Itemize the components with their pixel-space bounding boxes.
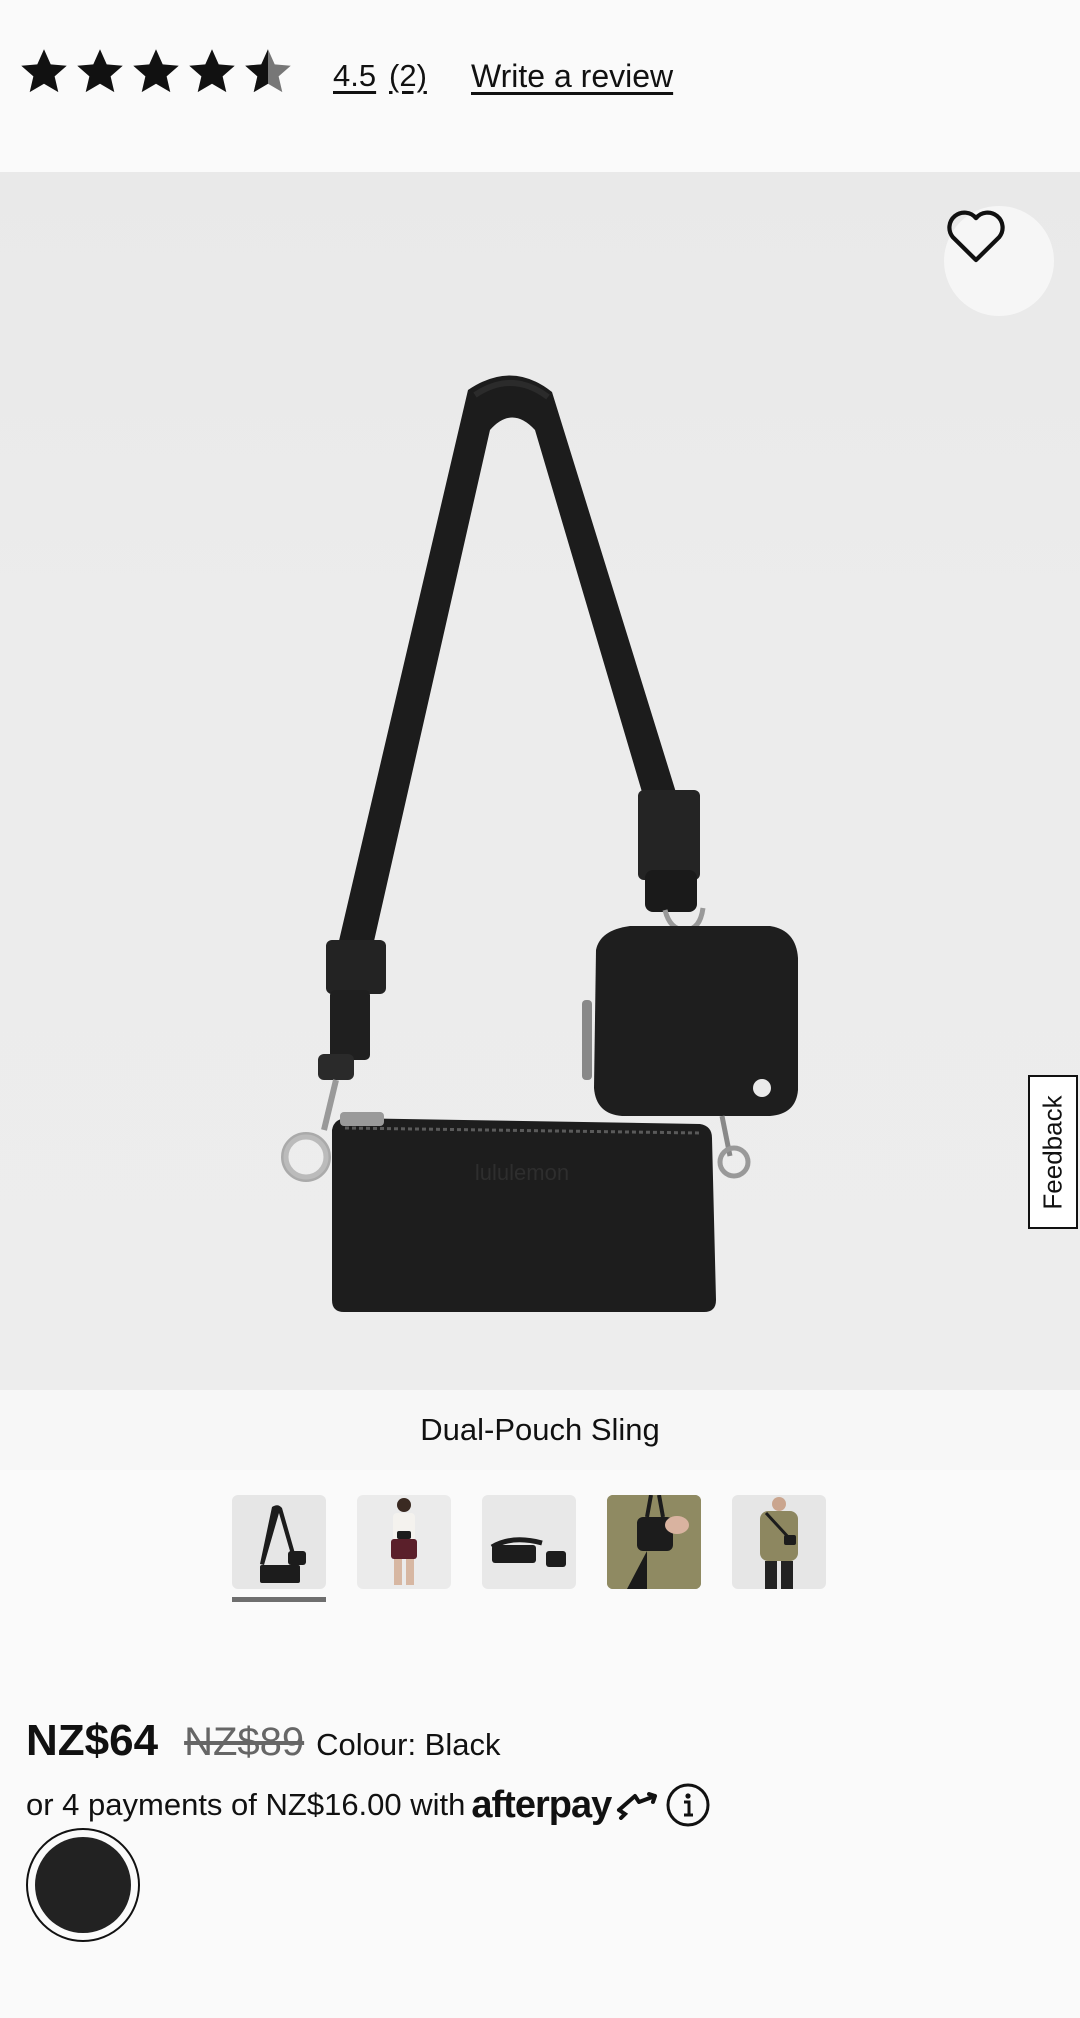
thumbnail-image — [760, 1497, 798, 1589]
thumbnail-model-front[interactable] — [357, 1495, 451, 1589]
swatch-fill — [35, 1837, 131, 1933]
afterpay-text: or 4 payments of NZ$16.00 with — [26, 1787, 466, 1822]
rating-bar: 4.5 (2) Write a review — [0, 0, 1080, 172]
product-hero-image[interactable]: lululemon — [0, 172, 1080, 1390]
star-icon — [21, 49, 67, 93]
original-price: NZ$89 — [184, 1720, 305, 1764]
current-price: NZ$64 — [26, 1716, 159, 1765]
selected-thumbnail-indicator — [232, 1597, 326, 1602]
thumbnail-strip — [232, 1495, 826, 1589]
half-star-icon — [245, 49, 291, 93]
afterpay-arrows-icon — [617, 1792, 658, 1820]
thumbnail-bag-front[interactable] — [232, 1495, 326, 1589]
afterpay-logo: afterpay — [471, 1783, 612, 1826]
thumbnail-image — [260, 1505, 306, 1583]
star-icon — [77, 49, 123, 93]
heart-icon — [947, 210, 1005, 263]
info-icon[interactable] — [665, 1782, 711, 1828]
thumbnail-bag-flat[interactable] — [482, 1495, 576, 1589]
afterpay-row: or 4 payments of NZ$16.00 with afterpay — [26, 1782, 711, 1828]
thumbnail-image — [391, 1498, 417, 1585]
thumbnail-model-worn[interactable] — [732, 1495, 826, 1589]
product-name: Dual-Pouch Sling — [0, 1390, 1080, 1470]
thumbnail-hand-held[interactable] — [607, 1495, 701, 1589]
colour-swatch-black[interactable] — [26, 1828, 140, 1942]
review-count-link[interactable]: (2) — [389, 58, 427, 94]
feedback-tab[interactable]: Feedback — [1028, 1075, 1078, 1229]
thumbnail-image — [490, 1537, 566, 1567]
thumbnail-image — [607, 1495, 701, 1589]
feedback-label: Feedback — [1037, 1094, 1068, 1210]
star-icon — [189, 49, 235, 93]
hero-logo-text: lululemon — [475, 1160, 569, 1185]
star-rating — [18, 46, 294, 98]
rating-value-link[interactable]: 4.5 — [333, 58, 376, 94]
wishlist-button[interactable] — [944, 206, 1054, 316]
price-row: NZ$64 NZ$89 Colour: Black — [26, 1716, 501, 1766]
colour-label: Colour: Black — [316, 1727, 501, 1762]
product-image: lululemon — [281, 375, 798, 1312]
star-icon — [133, 49, 179, 93]
write-review-link[interactable]: Write a review — [471, 58, 673, 95]
